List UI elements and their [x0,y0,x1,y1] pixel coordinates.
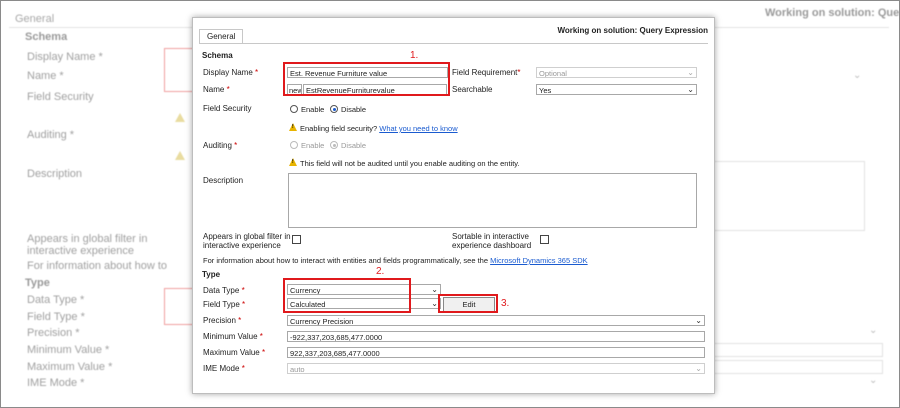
field-properties-dialog: General Working on solution: Query Expre… [192,17,715,394]
auditing-disable-label: Disable [341,141,367,150]
field-security-disable-radio[interactable] [330,105,338,113]
warning-icon [289,123,297,131]
chevron-down-icon: ⌄ [431,285,438,294]
bg-auditing-label: Auditing * [27,129,75,141]
field-requirement-label: Field Requirement* [452,68,521,77]
bg-precision-label: Precision * [27,327,80,339]
auditing-enable-label: Enable [301,141,325,150]
ime-mode-label: IME Mode * [203,364,245,373]
bg-maximum-label: Maximum Value * [27,361,113,373]
chevron-down-icon: ⌄ [687,68,694,77]
auditing-disable-radio[interactable] [330,141,338,149]
what-you-need-to-know-link[interactable]: What you need to know [379,124,457,133]
data-type-label: Data Type * [203,286,245,295]
minimum-value-label: Minimum Value * [203,332,263,341]
bg-minimum-box [713,343,883,357]
field-security-disable-label: Disable [341,105,367,114]
chevron-down-icon: ⌄ [695,364,702,373]
bg-info-text: For information about how to [27,260,168,272]
field-security-label: Field Security [203,104,252,113]
auditing-label: Auditing * [203,141,238,150]
bg-name-label: Name * [27,70,64,82]
ime-mode-select[interactable]: auto ⌄ [287,363,705,374]
minimum-value-input[interactable]: -922,337,203,685,477.0000 [287,331,705,342]
bg-schema-heading: Schema [25,31,68,43]
sdk-info-text: For information about how to interact wi… [203,256,588,265]
bg-display-name-label: Display Name * [27,51,103,63]
bg-field-type-label: Field Type * [27,311,85,323]
bg-warning-icon [175,113,185,122]
bg-warning-icon-2 [175,151,185,160]
solution-title: Working on solution: Query Expression [557,26,708,35]
bg-chevron-down-icon-2: ⌄ [869,325,878,336]
bg-type-heading: Type [25,277,50,289]
global-filter-label: Appears in global filter in interactive e… [203,232,291,250]
maximum-value-label: Maximum Value * [203,348,266,357]
bg-field-security-label: Field Security [27,91,94,103]
description-textarea[interactable] [288,173,697,228]
annotation-box-1 [283,62,450,96]
bg-chevron-down-icon: ⌄ [853,70,862,81]
field-security-warning: Enabling field security? What you need t… [300,124,458,133]
auditing-warning: This field will not be audited until you… [300,159,520,168]
warning-icon [289,158,297,166]
field-security-enable-radio[interactable] [290,105,298,113]
tab-divider [199,43,708,44]
annotation-box-3 [438,294,498,313]
precision-label: Precision * [203,316,242,325]
maximum-value-input[interactable]: 922,337,203,685,477.0000 [287,347,705,358]
field-security-enable-label: Enable [301,105,325,114]
type-heading: Type [202,270,221,279]
bg-ime-mode-label: IME Mode * [27,377,85,389]
bg-chevron-down-icon-3: ⌄ [869,375,878,386]
bg-description-box [713,161,865,231]
sdk-link[interactable]: Microsoft Dynamics 365 SDK [490,256,588,265]
bg-minimum-label: Minimum Value * [27,344,110,356]
annotation-number-1: 1. [410,50,419,61]
bg-description-label: Description [27,168,83,180]
schema-heading: Schema [202,51,233,60]
chevron-down-icon: ⌄ [695,316,702,325]
tab-general[interactable]: General [199,29,244,44]
bg-solution-title: Working on solution: Query Expression [765,7,900,19]
bg-maximum-box [713,360,883,374]
field-type-label: Field Type * [203,300,246,309]
annotation-box-2 [283,278,411,313]
searchable-label: Searchable [452,85,493,94]
bg-data-type-label: Data Type * [27,294,85,306]
precision-select[interactable]: Currency Precision ⌄ [287,315,705,326]
chevron-down-icon: ⌄ [687,85,694,94]
bg-global-filter-label: Appears in global filter in interactive … [27,233,148,257]
display-name-label: Display Name * [203,68,259,77]
field-requirement-select[interactable]: Optional ⌄ [536,67,697,78]
screenshot-frame: General Working on solution: Query Expre… [0,0,900,408]
sortable-label: Sortable in interactive experience dashbo… [452,232,532,250]
global-filter-checkbox[interactable] [292,235,301,244]
annotation-number-3: 3. [501,298,510,309]
description-label: Description [203,176,244,185]
annotation-number-2: 2. [376,266,385,277]
bg-tab-general: General [15,13,55,25]
searchable-select[interactable]: Yes ⌄ [536,84,697,95]
name-label: Name * [203,85,230,94]
chevron-down-icon: ⌄ [431,299,438,308]
auditing-enable-radio[interactable] [290,141,298,149]
sortable-checkbox[interactable] [540,235,549,244]
